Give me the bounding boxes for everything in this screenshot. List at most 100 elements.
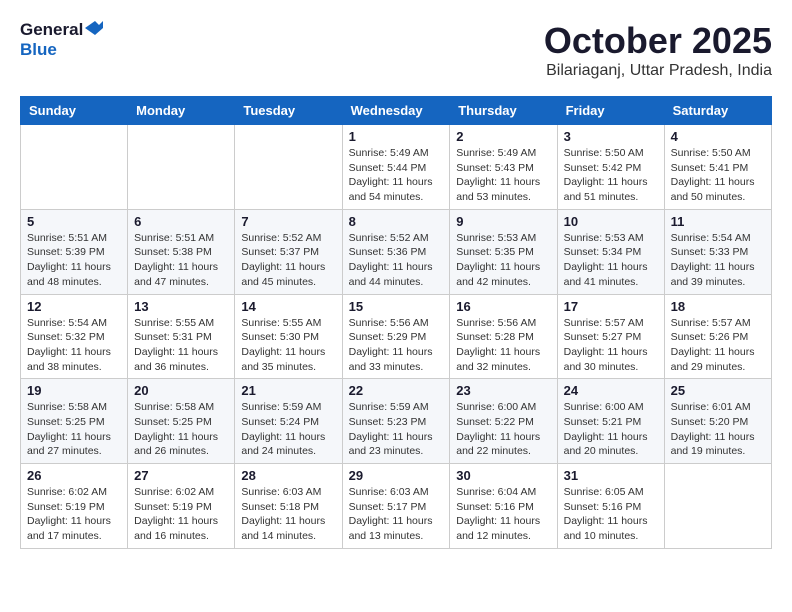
calendar-cell: 9 Sunrise: 5:53 AM Sunset: 5:35 PM Daylig… xyxy=(450,209,557,294)
calendar-cell: 16 Sunrise: 5:56 AM Sunset: 5:28 PM Dayli… xyxy=(450,294,557,379)
day-info: Sunrise: 5:51 AM Sunset: 5:39 PM Dayligh… xyxy=(27,231,121,290)
calendar-cell: 24 Sunrise: 6:00 AM Sunset: 5:21 PM Dayli… xyxy=(557,379,664,464)
day-info: Sunrise: 5:51 AM Sunset: 5:38 PM Dayligh… xyxy=(134,231,228,290)
calendar-cell: 2 Sunrise: 5:49 AM Sunset: 5:43 PM Daylig… xyxy=(450,125,557,210)
day-number: 2 xyxy=(456,129,550,144)
calendar-cell: 28 Sunrise: 6:03 AM Sunset: 5:18 PM Dayli… xyxy=(235,464,342,549)
calendar-week-row: 26 Sunrise: 6:02 AM Sunset: 5:19 PM Dayli… xyxy=(21,464,772,549)
day-number: 13 xyxy=(134,299,228,314)
day-number: 27 xyxy=(134,468,228,483)
day-info: Sunrise: 6:02 AM Sunset: 5:19 PM Dayligh… xyxy=(134,485,228,544)
day-info: Sunrise: 5:58 AM Sunset: 5:25 PM Dayligh… xyxy=(134,400,228,459)
weekday-header-friday: Friday xyxy=(557,97,664,125)
weekday-header-sunday: Sunday xyxy=(21,97,128,125)
calendar-cell: 13Sunrise: 5:55 AM Sunset: 5:31 PM Dayli… xyxy=(128,294,235,379)
calendar-cell: 19Sunrise: 5:58 AM Sunset: 5:25 PM Dayli… xyxy=(21,379,128,464)
day-info: Sunrise: 5:53 AM Sunset: 5:35 PM Dayligh… xyxy=(456,231,550,290)
calendar-cell: 3Sunrise: 5:50 AM Sunset: 5:42 PM Daylig… xyxy=(557,125,664,210)
day-number: 26 xyxy=(27,468,121,483)
day-info: Sunrise: 5:57 AM Sunset: 5:26 PM Dayligh… xyxy=(671,316,765,375)
day-info: Sunrise: 5:50 AM Sunset: 5:41 PM Dayligh… xyxy=(671,146,765,205)
day-number: 25 xyxy=(671,383,765,398)
day-number: 5 xyxy=(27,214,121,229)
calendar-cell: 15Sunrise: 5:56 AM Sunset: 5:29 PM Dayli… xyxy=(342,294,450,379)
day-number: 10 xyxy=(564,214,658,229)
weekday-header-wednesday: Wednesday xyxy=(342,97,450,125)
calendar-cell: 31 Sunrise: 6:05 AM Sunset: 5:16 PM Dayli… xyxy=(557,464,664,549)
day-number: 7 xyxy=(241,214,335,229)
calendar-cell: 20 Sunrise: 5:58 AM Sunset: 5:25 PM Dayli… xyxy=(128,379,235,464)
day-info: Sunrise: 5:49 AM Sunset: 5:43 PM Dayligh… xyxy=(456,146,550,205)
day-info: Sunrise: 6:05 AM Sunset: 5:16 PM Dayligh… xyxy=(564,485,658,544)
calendar-week-row: 1 Sunrise: 5:49 AM Sunset: 5:44 PM Daylig… xyxy=(21,125,772,210)
page-header: General Blue October 2025 Bilariaganj, U… xyxy=(20,20,772,80)
logo-bird-icon xyxy=(85,21,103,35)
day-number: 12 xyxy=(27,299,121,314)
calendar-cell: 26 Sunrise: 6:02 AM Sunset: 5:19 PM Dayli… xyxy=(21,464,128,549)
day-number: 8 xyxy=(349,214,444,229)
calendar-cell: 30 Sunrise: 6:04 AM Sunset: 5:16 PM Dayli… xyxy=(450,464,557,549)
calendar-cell xyxy=(235,125,342,210)
day-info: Sunrise: 5:49 AM Sunset: 5:44 PM Dayligh… xyxy=(349,146,444,205)
day-info: Sunrise: 6:00 AM Sunset: 5:21 PM Dayligh… xyxy=(564,400,658,459)
day-number: 16 xyxy=(456,299,550,314)
day-number: 18 xyxy=(671,299,765,314)
day-info: Sunrise: 5:57 AM Sunset: 5:27 PM Dayligh… xyxy=(564,316,658,375)
calendar-cell: 14 Sunrise: 5:55 AM Sunset: 5:30 PM Dayli… xyxy=(235,294,342,379)
day-info: Sunrise: 5:52 AM Sunset: 5:37 PM Dayligh… xyxy=(241,231,335,290)
day-number: 4 xyxy=(671,129,765,144)
day-info: Sunrise: 6:04 AM Sunset: 5:16 PM Dayligh… xyxy=(456,485,550,544)
day-info: Sunrise: 5:52 AM Sunset: 5:36 PM Dayligh… xyxy=(349,231,444,290)
day-number: 15 xyxy=(349,299,444,314)
day-number: 22 xyxy=(349,383,444,398)
day-number: 28 xyxy=(241,468,335,483)
calendar-cell: 25 Sunrise: 6:01 AM Sunset: 5:20 PM Dayli… xyxy=(664,379,771,464)
calendar-cell: 11Sunrise: 5:54 AM Sunset: 5:33 PM Dayli… xyxy=(664,209,771,294)
day-number: 17 xyxy=(564,299,658,314)
day-number: 9 xyxy=(456,214,550,229)
day-number: 29 xyxy=(349,468,444,483)
day-info: Sunrise: 6:01 AM Sunset: 5:20 PM Dayligh… xyxy=(671,400,765,459)
day-number: 30 xyxy=(456,468,550,483)
day-number: 19 xyxy=(27,383,121,398)
calendar-table: SundayMondayTuesdayWednesdayThursdayFrid… xyxy=(20,96,772,549)
day-info: Sunrise: 5:54 AM Sunset: 5:33 PM Dayligh… xyxy=(671,231,765,290)
day-info: Sunrise: 6:00 AM Sunset: 5:22 PM Dayligh… xyxy=(456,400,550,459)
calendar-week-row: 19 Sunrise: 5:58 AM Sunset: 5:25 PM Dayli… xyxy=(21,379,772,464)
day-number: 21 xyxy=(241,383,335,398)
logo-line1: General xyxy=(20,20,103,40)
weekday-header-saturday: Saturday xyxy=(664,97,771,125)
calendar-cell xyxy=(664,464,771,549)
day-info: Sunrise: 5:56 AM Sunset: 5:28 PM Dayligh… xyxy=(456,316,550,375)
day-info: Sunrise: 6:02 AM Sunset: 5:19 PM Dayligh… xyxy=(27,485,121,544)
calendar-cell: 21 Sunrise: 5:59 AM Sunset: 5:24 PM Dayli… xyxy=(235,379,342,464)
calendar-cell: 4 Sunrise: 5:50 AM Sunset: 5:41 PM Daylig… xyxy=(664,125,771,210)
calendar-week-row: 5 Sunrise: 5:51 AM Sunset: 5:39 PM Daylig… xyxy=(21,209,772,294)
day-number: 1 xyxy=(349,129,444,144)
day-number: 31 xyxy=(564,468,658,483)
page-subtitle: Bilariaganj, Uttar Pradesh, India xyxy=(544,62,772,80)
day-info: Sunrise: 6:03 AM Sunset: 5:18 PM Dayligh… xyxy=(241,485,335,544)
day-number: 14 xyxy=(241,299,335,314)
day-info: Sunrise: 6:03 AM Sunset: 5:17 PM Dayligh… xyxy=(349,485,444,544)
logo: General Blue xyxy=(20,20,103,61)
day-number: 20 xyxy=(134,383,228,398)
logo-line2: Blue xyxy=(20,40,103,60)
day-info: Sunrise: 5:59 AM Sunset: 5:24 PM Dayligh… xyxy=(241,400,335,459)
calendar-week-row: 12 Sunrise: 5:54 AM Sunset: 5:32 PM Dayli… xyxy=(21,294,772,379)
weekday-header-thursday: Thursday xyxy=(450,97,557,125)
day-number: 6 xyxy=(134,214,228,229)
day-number: 24 xyxy=(564,383,658,398)
calendar-cell xyxy=(128,125,235,210)
day-info: Sunrise: 5:50 AM Sunset: 5:42 PM Dayligh… xyxy=(564,146,658,205)
calendar-cell: 29 Sunrise: 6:03 AM Sunset: 5:17 PM Dayli… xyxy=(342,464,450,549)
day-info: Sunrise: 5:54 AM Sunset: 5:32 PM Dayligh… xyxy=(27,316,121,375)
calendar-cell: 1 Sunrise: 5:49 AM Sunset: 5:44 PM Daylig… xyxy=(342,125,450,210)
weekday-header-row: SundayMondayTuesdayWednesdayThursdayFrid… xyxy=(21,97,772,125)
calendar-cell: 5 Sunrise: 5:51 AM Sunset: 5:39 PM Daylig… xyxy=(21,209,128,294)
calendar-cell: 6 Sunrise: 5:51 AM Sunset: 5:38 PM Daylig… xyxy=(128,209,235,294)
day-number: 23 xyxy=(456,383,550,398)
calendar-cell: 12 Sunrise: 5:54 AM Sunset: 5:32 PM Dayli… xyxy=(21,294,128,379)
day-info: Sunrise: 5:55 AM Sunset: 5:30 PM Dayligh… xyxy=(241,316,335,375)
calendar-cell: 8 Sunrise: 5:52 AM Sunset: 5:36 PM Daylig… xyxy=(342,209,450,294)
